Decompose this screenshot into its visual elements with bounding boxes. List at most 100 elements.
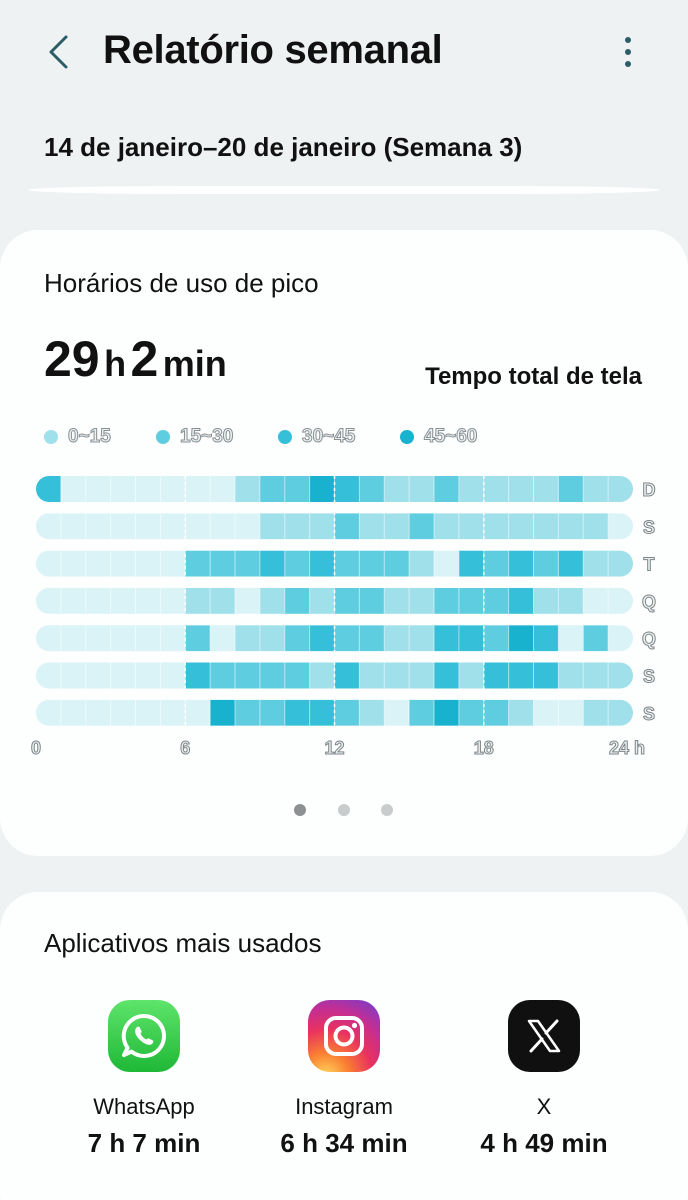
page-dot-active[interactable] bbox=[294, 804, 306, 816]
heatmap-cell bbox=[36, 513, 62, 540]
divider bbox=[28, 186, 660, 194]
heatmap-cell bbox=[608, 587, 633, 614]
heatmap-cell bbox=[508, 513, 534, 540]
day-label: T bbox=[644, 555, 655, 575]
heatmap-cell bbox=[85, 513, 112, 540]
heatmap-cell bbox=[235, 699, 261, 726]
heatmap-cell bbox=[558, 550, 584, 577]
heatmap-cell bbox=[259, 625, 286, 652]
heatmap-cell bbox=[583, 513, 609, 540]
heatmap-cell bbox=[409, 587, 435, 614]
heatmap-cell bbox=[558, 587, 584, 614]
heatmap-cell bbox=[160, 625, 186, 652]
heatmap-cell bbox=[110, 587, 136, 614]
heatmap-cell bbox=[608, 699, 633, 726]
heatmap-cell bbox=[583, 476, 609, 502]
heatmap-cell bbox=[36, 699, 62, 726]
heatmap-cell bbox=[60, 662, 87, 689]
heatmap-cell bbox=[608, 476, 633, 502]
page-dot[interactable] bbox=[381, 804, 393, 816]
heatmap-cell bbox=[235, 476, 261, 502]
heatmap-cell bbox=[434, 513, 460, 540]
heatmap-cell bbox=[284, 662, 311, 689]
heatmap-cell bbox=[384, 476, 410, 502]
heatmap-cell bbox=[483, 662, 510, 689]
heatmap-cell bbox=[210, 625, 236, 652]
heatmap-cell bbox=[384, 625, 410, 652]
heatmap-cell bbox=[259, 699, 286, 726]
heatmap-cell bbox=[309, 476, 335, 502]
heatmap-cell bbox=[284, 625, 311, 652]
heatmap-cell bbox=[60, 513, 87, 540]
heatmap-cell bbox=[110, 699, 136, 726]
heatmap-cell bbox=[458, 587, 485, 614]
app-item-whatsapp[interactable]: WhatsApp 7 h 7 min bbox=[64, 1000, 224, 1159]
app-item-instagram[interactable]: Instagram 6 h 34 min bbox=[264, 1000, 424, 1159]
day-label: Q bbox=[642, 629, 656, 649]
day-label: S bbox=[643, 704, 655, 724]
heatmap-cell bbox=[359, 587, 385, 614]
heatmap-cell bbox=[558, 625, 584, 652]
back-button[interactable] bbox=[36, 30, 80, 74]
heatmap-cell bbox=[36, 625, 62, 652]
app-item-x[interactable]: X 4 h 49 min bbox=[464, 1000, 624, 1159]
page-title: Relatório semanal bbox=[103, 28, 443, 72]
heatmap-cell bbox=[359, 550, 385, 577]
heatmap-cell bbox=[334, 513, 360, 540]
heatmap-cell bbox=[508, 699, 534, 726]
heatmap-cell bbox=[85, 587, 112, 614]
heatmap-cell bbox=[334, 662, 360, 689]
heatmap-cell bbox=[583, 550, 609, 577]
whatsapp-icon bbox=[108, 1000, 180, 1072]
heatmap-cell bbox=[483, 513, 510, 540]
heatmap-cell bbox=[160, 476, 186, 502]
heatmap-cell bbox=[508, 550, 534, 577]
app-usage-time: 7 h 7 min bbox=[87, 1128, 201, 1158]
more-vertical-icon bbox=[625, 37, 631, 67]
day-label: D bbox=[643, 480, 656, 500]
heatmap-cell bbox=[309, 662, 335, 689]
heatmap-cell bbox=[284, 550, 311, 577]
heatmap-cell bbox=[185, 625, 211, 652]
heatmap-cell bbox=[60, 625, 87, 652]
heatmap-cell bbox=[409, 699, 435, 726]
heatmap-cell bbox=[334, 699, 360, 726]
heatmap-cell bbox=[583, 662, 609, 689]
heatmap-cell bbox=[135, 699, 161, 726]
heatmap-cell bbox=[359, 662, 385, 689]
heatmap-cell bbox=[384, 550, 410, 577]
heatmap-cell bbox=[483, 699, 510, 726]
heatmap-cell bbox=[235, 513, 261, 540]
date-range[interactable]: 14 de janeiro–20 de janeiro (Semana 3) bbox=[44, 132, 522, 163]
heatmap-cell bbox=[334, 625, 360, 652]
heatmap-cell bbox=[135, 476, 161, 502]
chevron-left-icon bbox=[49, 35, 68, 69]
page-dot[interactable] bbox=[338, 804, 350, 816]
heatmap-cell bbox=[409, 625, 435, 652]
heatmap-cell bbox=[36, 587, 62, 614]
heatmap-cell bbox=[508, 476, 534, 502]
heatmap-cell bbox=[458, 476, 485, 502]
peak-usage-heatmap[interactable]: DSTQQSS0 6 12 18 24 h bbox=[0, 230, 688, 770]
heatmap-cell bbox=[608, 513, 633, 540]
heatmap-cell bbox=[533, 513, 559, 540]
heatmap-cell bbox=[384, 513, 410, 540]
heatmap-cell bbox=[160, 513, 186, 540]
heatmap-cell bbox=[135, 513, 161, 540]
heatmap-cell bbox=[36, 550, 62, 577]
heatmap-cell bbox=[135, 625, 161, 652]
heatmap-cell bbox=[259, 550, 286, 577]
heatmap-cell bbox=[483, 550, 510, 577]
heatmap-cell bbox=[85, 699, 112, 726]
heatmap-cell bbox=[608, 662, 633, 689]
more-options-button[interactable] bbox=[606, 30, 650, 74]
heatmap-cell bbox=[110, 476, 136, 502]
heatmap-cell bbox=[384, 662, 410, 689]
hour-tick-label: 24 h bbox=[609, 738, 645, 758]
heatmap-cell bbox=[558, 476, 584, 502]
heatmap-cell bbox=[85, 625, 112, 652]
heatmap-cell bbox=[210, 662, 236, 689]
heatmap-cell bbox=[384, 699, 410, 726]
heatmap-cell bbox=[210, 476, 236, 502]
heatmap-cell bbox=[458, 513, 485, 540]
